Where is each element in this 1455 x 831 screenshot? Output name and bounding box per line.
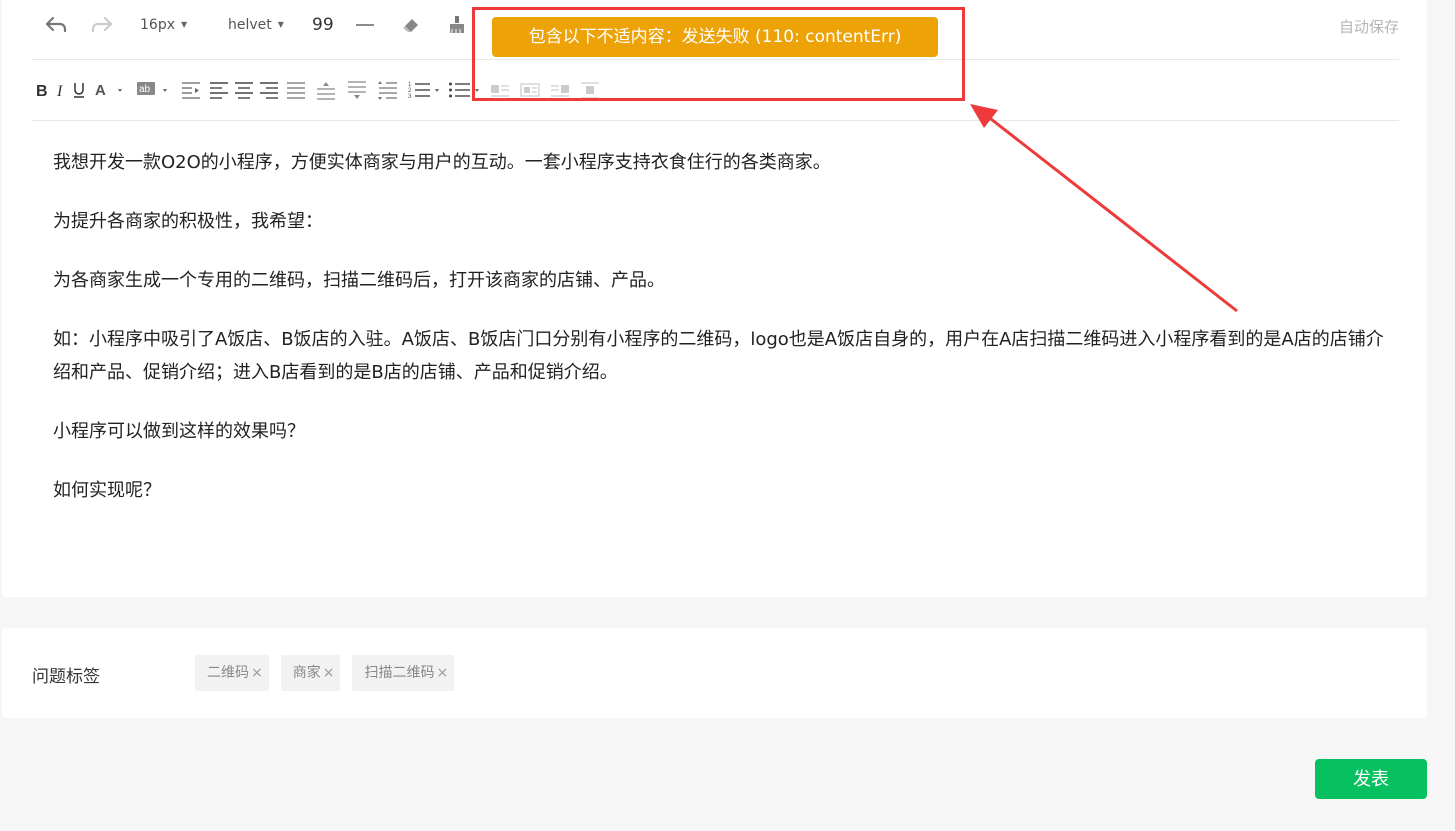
line-height-button[interactable]: 99 bbox=[312, 12, 334, 38]
close-icon[interactable]: × bbox=[323, 665, 335, 681]
tag-label: 商家 bbox=[292, 665, 321, 681]
eraser-icon[interactable] bbox=[400, 12, 422, 38]
content-paragraph: 小程序可以做到这样的效果吗？ bbox=[53, 421, 305, 442]
tag-chip[interactable]: 扫描二维码 × bbox=[352, 655, 455, 691]
image-left-icon[interactable] bbox=[489, 80, 511, 100]
undo-icon[interactable] bbox=[44, 12, 68, 38]
bold-icon[interactable]: B bbox=[34, 80, 48, 100]
content-paragraph: 为提升各商家的积极性，我希望： bbox=[53, 211, 323, 232]
background-color-icon[interactable]: ab bbox=[136, 80, 172, 100]
tag-chip[interactable]: 商家 × bbox=[280, 655, 341, 691]
tag-chip[interactable]: 二维码 × bbox=[195, 655, 269, 691]
space-before-icon[interactable] bbox=[315, 80, 337, 100]
publish-button[interactable]: 发表 bbox=[1315, 759, 1427, 799]
editor-content[interactable]: 我想开发一款O2O的小程序，方便实体商家与用户的互动。一套小程序支持衣食住行的各… bbox=[53, 146, 1393, 533]
svg-text:ab: ab bbox=[139, 84, 151, 95]
tag-label: 二维码 bbox=[207, 665, 249, 681]
font-family-value: helvet bbox=[228, 17, 272, 33]
content-paragraph: 我想开发一款O2O的小程序，方便实体商家与用户的互动。一套小程序支持衣食住行的各… bbox=[53, 152, 831, 173]
font-size-value: 16px bbox=[140, 17, 175, 33]
content-paragraph: 如何实现呢？ bbox=[53, 480, 161, 501]
image-none-icon[interactable] bbox=[519, 80, 541, 100]
align-center-icon[interactable] bbox=[233, 80, 255, 100]
autosave-label: 自动保存 bbox=[1338, 18, 1399, 36]
align-left-icon[interactable] bbox=[208, 80, 230, 100]
svg-text:B: B bbox=[36, 83, 48, 100]
image-right-icon[interactable] bbox=[549, 80, 571, 100]
svg-text:3: 3 bbox=[408, 94, 412, 100]
font-family-select[interactable]: helvet ▼ bbox=[228, 12, 284, 38]
content-paragraph: 如：小程序中吸引了A饭店、B饭店的入驻。A饭店、B饭店门口分别有小程序的二维码，… bbox=[53, 329, 1384, 383]
image-center-icon[interactable] bbox=[579, 80, 601, 100]
close-icon[interactable]: × bbox=[251, 665, 263, 681]
indent-icon[interactable] bbox=[180, 80, 202, 100]
tags-card: 问题标签 二维码 × 商家 × 扫描二维码 × bbox=[2, 628, 1427, 718]
error-toast: 包含以下不适内容：发送失败 (110: contentErr) bbox=[492, 17, 938, 57]
italic-icon[interactable]: I bbox=[54, 80, 68, 100]
ordered-list-icon[interactable]: 123 bbox=[408, 80, 444, 100]
format-painter-icon[interactable] bbox=[446, 12, 468, 38]
svg-text:I: I bbox=[56, 83, 63, 100]
svg-text:A: A bbox=[95, 82, 106, 99]
align-right-icon[interactable] bbox=[258, 80, 280, 100]
horizontal-rule-icon[interactable] bbox=[354, 12, 376, 38]
space-after-icon[interactable] bbox=[346, 80, 368, 100]
redo-icon[interactable] bbox=[90, 12, 114, 38]
editor-card: 16px ▼ helvet ▼ 99 自动保存 B I A ab 1 2 3 我… bbox=[2, 0, 1427, 597]
tag-label: 扫描二维码 bbox=[364, 665, 435, 681]
font-size-select[interactable]: 16px ▼ bbox=[140, 12, 187, 38]
chevron-down-icon: ▼ bbox=[181, 20, 188, 29]
tags-label: 问题标签 bbox=[32, 667, 100, 687]
tag-list: 二维码 × 商家 × 扫描二维码 × bbox=[195, 655, 455, 691]
toolbar-formatting: B I A ab 1 2 3 bbox=[32, 60, 1399, 121]
chevron-down-icon: ▼ bbox=[277, 20, 284, 29]
close-icon[interactable]: × bbox=[436, 665, 448, 681]
underline-icon[interactable] bbox=[72, 80, 86, 100]
unordered-list-icon[interactable] bbox=[448, 80, 484, 100]
line-spacing-icon[interactable] bbox=[377, 80, 399, 100]
font-color-icon[interactable]: A bbox=[94, 80, 126, 100]
align-justify-icon[interactable] bbox=[285, 80, 307, 100]
content-paragraph: 为各商家生成一个专用的二维码，扫描二维码后，打开该商家的店铺、产品。 bbox=[53, 270, 665, 291]
